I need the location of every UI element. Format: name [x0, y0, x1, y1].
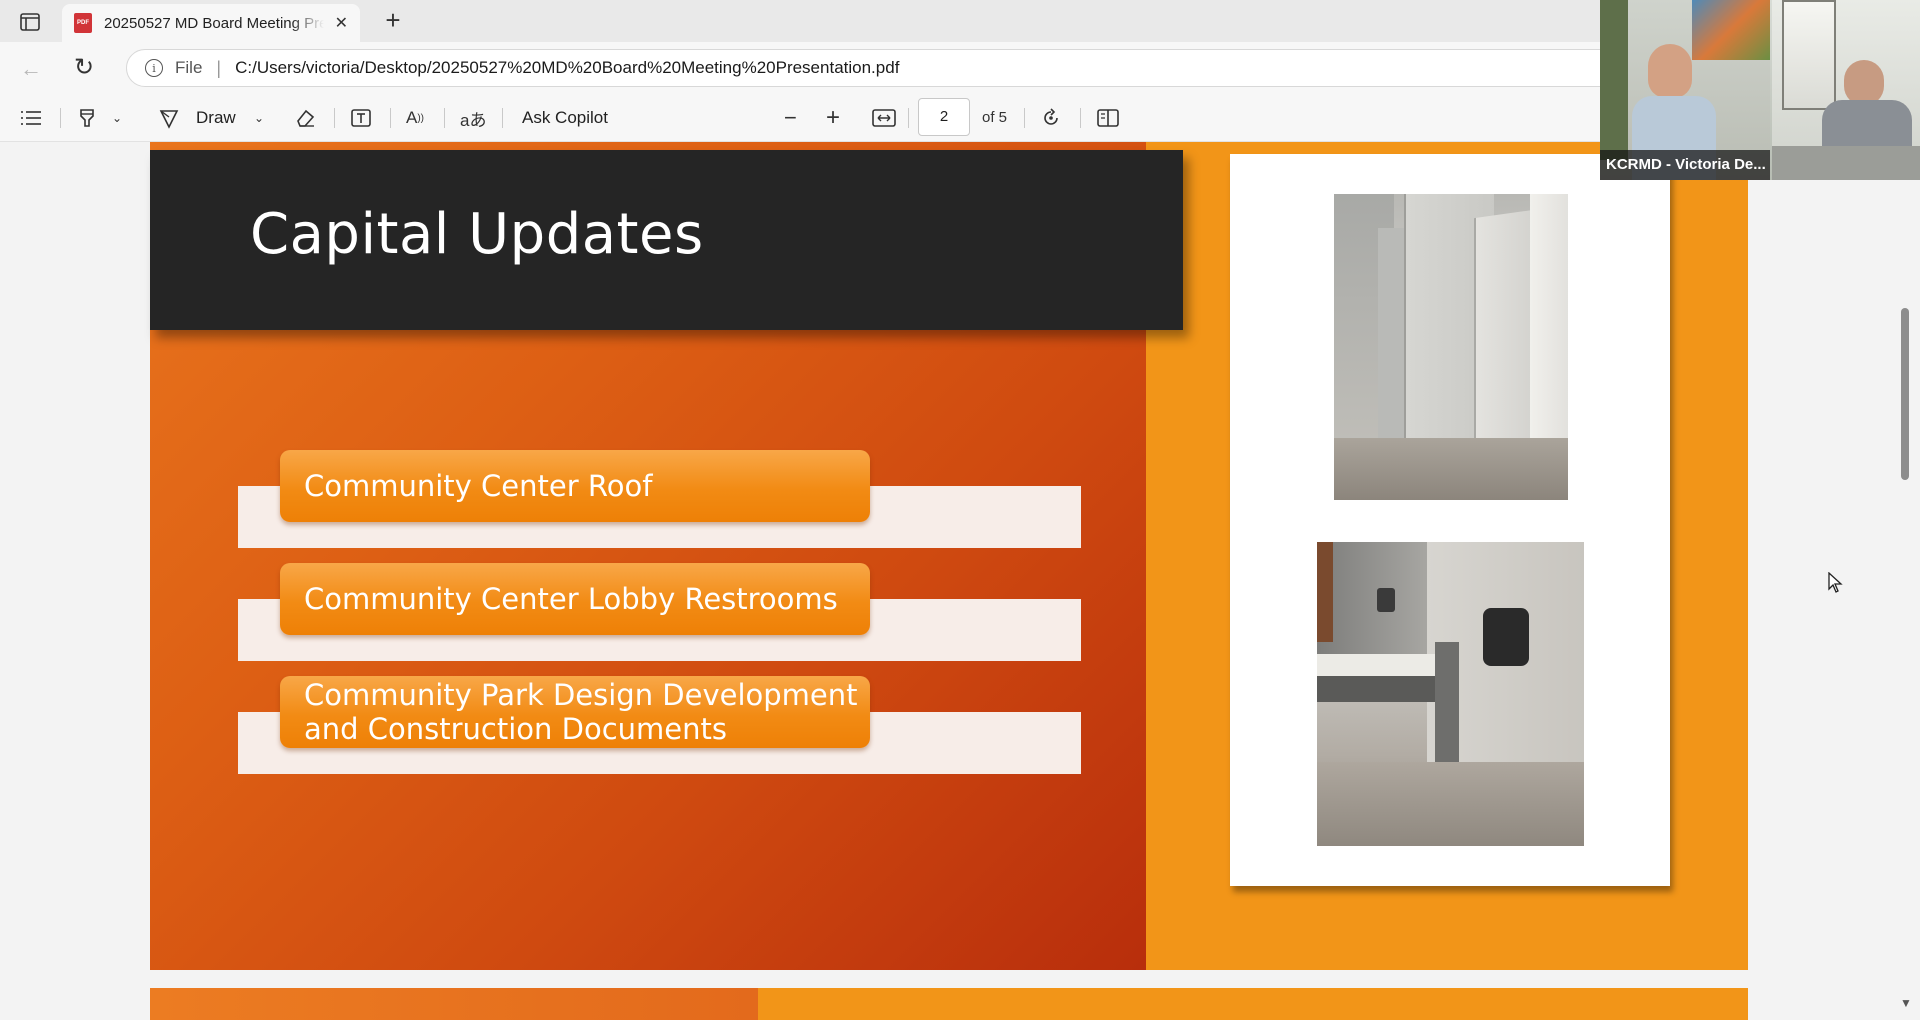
- tab-actions-icon: [20, 13, 40, 31]
- restroom-sinks-photo: [1317, 542, 1584, 846]
- new-tab-button[interactable]: +: [378, 6, 408, 36]
- toolbar-divider: [444, 108, 445, 128]
- vertical-scrollbar[interactable]: ▼: [1896, 142, 1916, 1020]
- ask-copilot-button[interactable]: Ask Copilot: [522, 94, 608, 142]
- toolbar-divider: [502, 108, 503, 128]
- page-view-icon[interactable]: [1096, 94, 1120, 142]
- slide-title: Capital Updates: [250, 202, 704, 267]
- toolbar-divider: [908, 108, 909, 128]
- participant-name-caption: KCRMD - Victoria De...: [1600, 150, 1770, 180]
- toolbar-divider: [390, 108, 391, 128]
- item-pill: Community Center Roof: [280, 450, 870, 522]
- item-pill: Community Park Design Development and Co…: [280, 676, 870, 748]
- translate-icon[interactable]: aあ: [460, 94, 486, 142]
- video-call-overlay[interactable]: KCRMD - Victoria De...: [1600, 0, 1920, 180]
- page-total-label: of 5: [982, 109, 1008, 126]
- scrollbar-thumb[interactable]: [1901, 308, 1909, 480]
- eraser-icon[interactable]: [294, 94, 316, 142]
- url-text[interactable]: C:/Users/victoria/Desktop/20250527%20MD%…: [235, 58, 899, 78]
- mouse-cursor-icon: [1828, 572, 1843, 593]
- photo-card: [1230, 154, 1670, 886]
- title-band: Capital Updates: [150, 150, 1183, 330]
- item-label: Community Center Roof: [304, 469, 653, 503]
- highlight-icon[interactable]: [76, 94, 98, 142]
- restroom-stalls-photo: [1334, 194, 1568, 500]
- zoom-in-icon[interactable]: +: [826, 94, 840, 142]
- toolbar-divider: [334, 108, 335, 128]
- fit-to-width-icon[interactable]: [872, 94, 896, 142]
- item-pill: Community Center Lobby Restrooms: [280, 563, 870, 635]
- highlight-options-chevron-icon[interactable]: ⌄: [112, 94, 122, 142]
- tab-actions-button[interactable]: [14, 10, 46, 34]
- item-label: Community Center Lobby Restrooms: [304, 582, 838, 616]
- tab-title: 20250527 MD Board Meeting Presentation.p…: [104, 14, 324, 32]
- list-item: Community Center Roof: [238, 450, 1081, 548]
- page-number-input[interactable]: 2: [918, 98, 970, 136]
- contents-list-icon[interactable]: [20, 94, 42, 142]
- slide-page-2: Capital Updates Community Center Roof Co…: [150, 142, 1748, 970]
- toolbar-divider: [60, 108, 61, 128]
- toolbar-divider: [1080, 108, 1081, 128]
- ask-copilot-label: Ask Copilot: [522, 108, 608, 127]
- tab-pdf-document[interactable]: PDF 20250527 MD Board Meeting Presentati…: [62, 4, 360, 42]
- read-aloud-icon[interactable]: A)): [406, 94, 424, 142]
- add-text-icon[interactable]: [350, 94, 372, 142]
- participant-video-2: [1772, 0, 1920, 180]
- pdf-file-icon: PDF: [74, 13, 92, 33]
- list-item: Community Park Design Development and Co…: [238, 676, 1081, 774]
- slide-page-3-preview: [150, 988, 1748, 1020]
- list-item: Community Center Lobby Restrooms: [238, 563, 1081, 661]
- draw-button[interactable]: Draw: [196, 94, 236, 142]
- draw-label: Draw: [196, 108, 236, 127]
- back-arrow-icon[interactable]: ←: [20, 56, 42, 82]
- url-scheme: File: [175, 58, 203, 77]
- scroll-down-arrow-icon[interactable]: ▼: [1900, 996, 1912, 1010]
- draw-icon[interactable]: [158, 94, 180, 142]
- pdf-viewport[interactable]: Capital Updates Community Center Roof Co…: [0, 142, 1920, 1020]
- rotate-icon[interactable]: [1040, 94, 1062, 142]
- close-tab-icon[interactable]: ✕: [335, 13, 348, 33]
- next-slide-gradient: [150, 988, 758, 1020]
- draw-options-chevron-icon[interactable]: ⌄: [254, 94, 264, 142]
- reload-icon[interactable]: ↻: [74, 53, 94, 82]
- info-icon[interactable]: i: [145, 59, 163, 77]
- toolbar-divider: [1024, 108, 1025, 128]
- item-label: Community Park Design Development and Co…: [304, 678, 858, 746]
- zoom-out-icon[interactable]: −: [784, 94, 797, 142]
- url-separator: |: [216, 57, 222, 78]
